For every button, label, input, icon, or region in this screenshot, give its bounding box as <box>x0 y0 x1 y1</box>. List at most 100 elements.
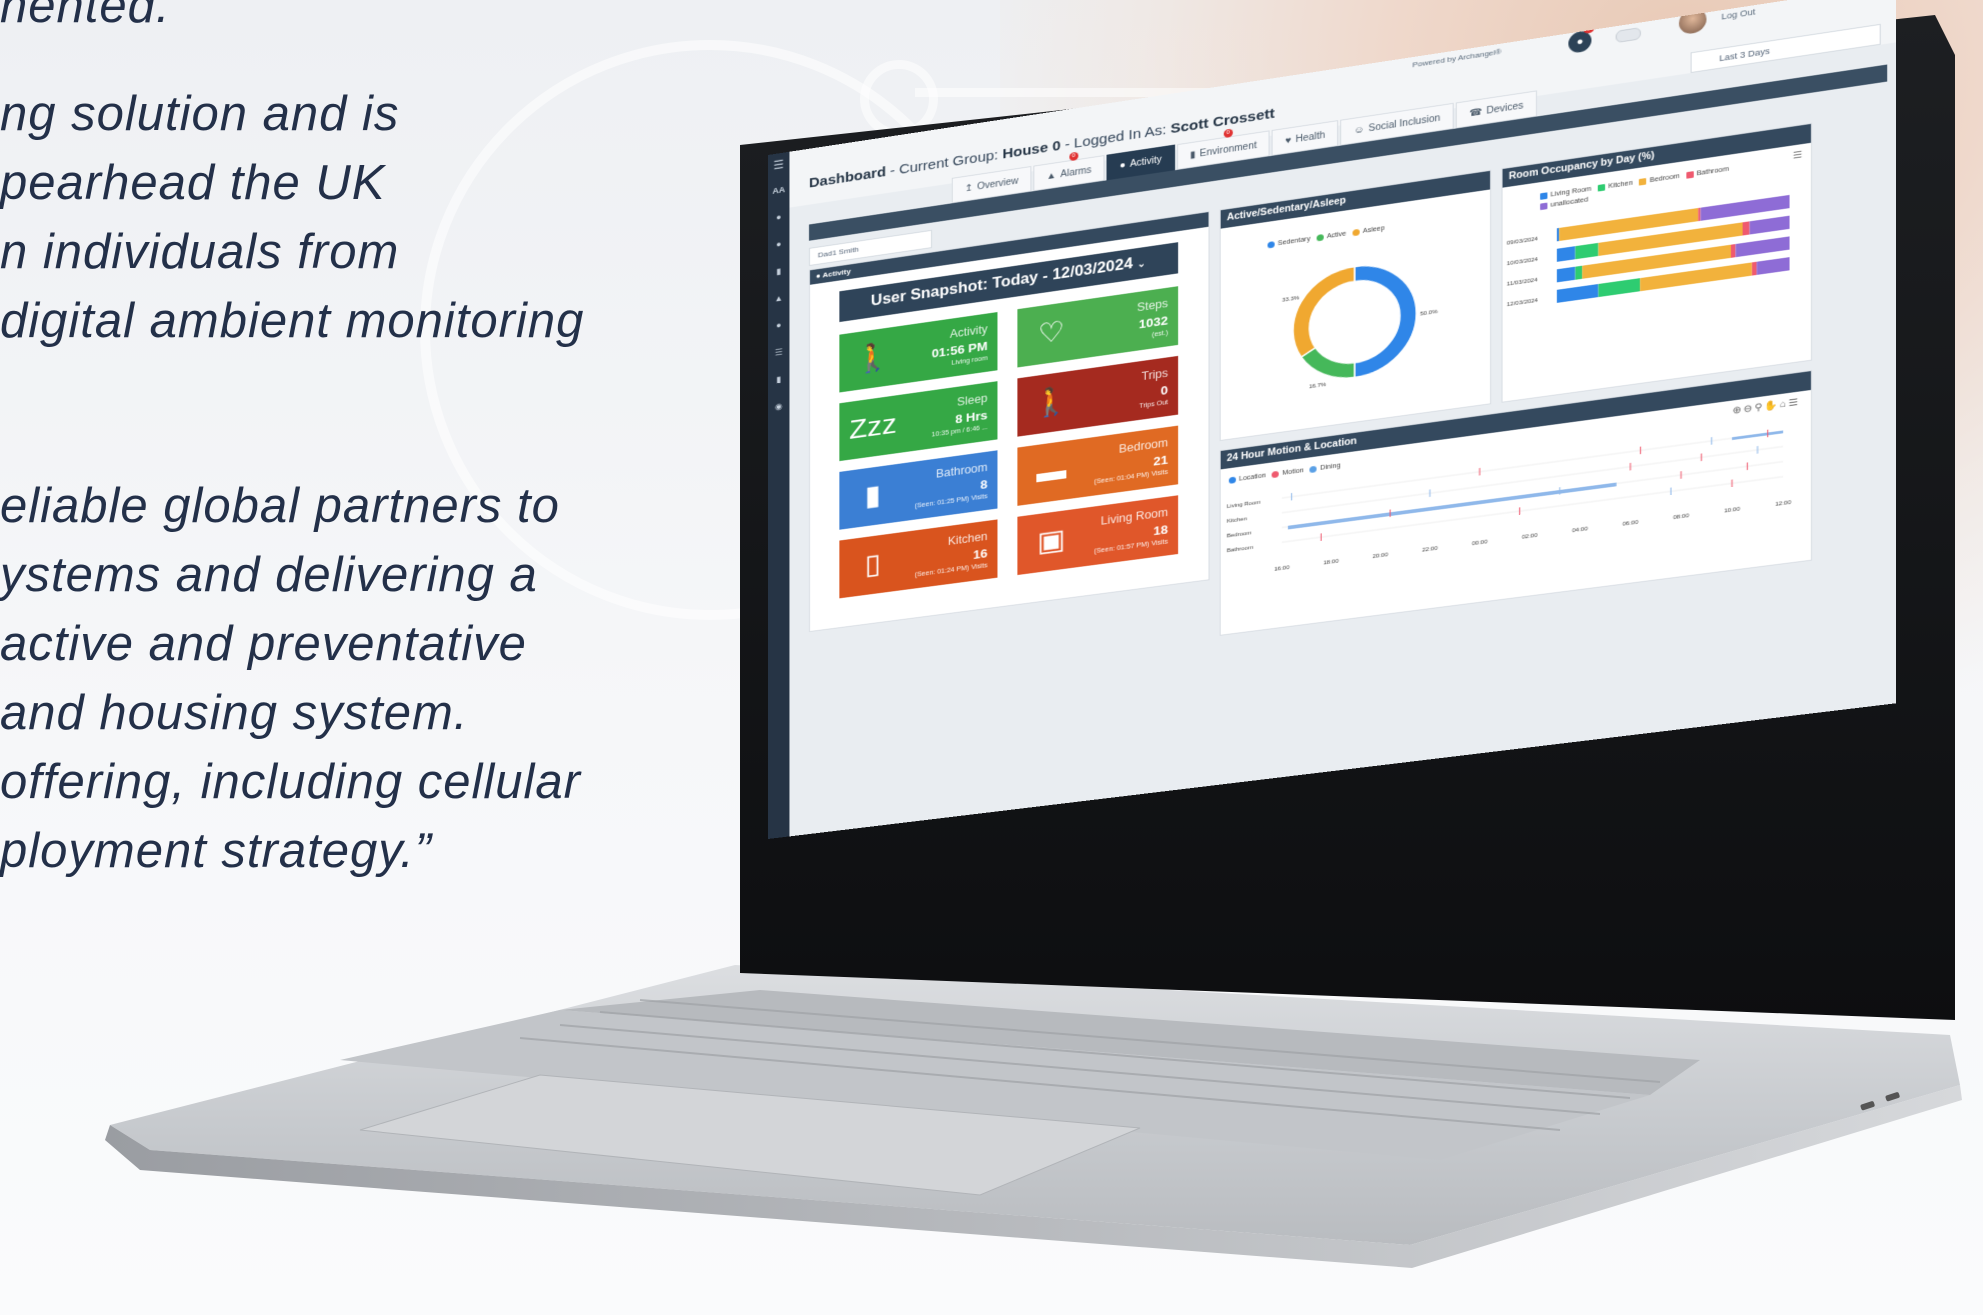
occupancy-bar-segment[interactable] <box>1575 242 1599 260</box>
tab-label: Devices <box>1486 100 1524 117</box>
occupancy-bar-segment[interactable] <box>1556 266 1576 283</box>
phone-icon: ☎ <box>1469 106 1483 119</box>
zoom-out-icon[interactable]: ⊖ <box>1743 403 1754 415</box>
tile-subtext: (Seen: 01:57 PM) Visits <box>1094 538 1169 555</box>
sidebar-reports-icon[interactable]: ▮ <box>768 265 789 278</box>
thermometer-icon: ▮ <box>1190 149 1196 161</box>
chevron-down-icon: ⌄ <box>1137 258 1146 271</box>
tile-subtext: Trips Out <box>1139 399 1169 410</box>
occupancy-tick-label: 10/03/2024 <box>1507 257 1538 267</box>
tile-bedroom[interactable]: ▬ Bedroom 21 (Seen: 01:04 PM) Visits <box>1017 425 1179 506</box>
tile-value: 1032 <box>1138 313 1169 332</box>
sidebar-person-icon[interactable]: ● <box>768 319 789 331</box>
legend-item[interactable]: Dining <box>1304 463 1341 474</box>
tile-subtext: (Seen: 01:25 PM) Visits <box>914 493 988 510</box>
motion-x-tick: 22:00 <box>1422 546 1438 554</box>
sidebar-settings-icon[interactable]: ◉ <box>768 400 789 413</box>
legend-item[interactable]: Bathroom <box>1680 166 1729 180</box>
motion-x-tick: 06:00 <box>1622 520 1638 528</box>
group-name: House 0 <box>1002 137 1061 163</box>
occupancy-bar-segment[interactable] <box>1575 265 1583 280</box>
tile-kitchen[interactable]: ▯ Kitchen 16 (Seen: 01:24 PM) Visits <box>839 519 998 599</box>
tile-steps[interactable]: ♡ Steps 1032 (est.) <box>1017 286 1179 368</box>
pan-icon[interactable]: ✋ <box>1764 400 1779 412</box>
donut-card-header: Active/Sedentary/Asleep <box>1220 170 1491 229</box>
zoom-in-icon[interactable]: ⊕ <box>1732 405 1743 417</box>
legend-item[interactable]: Motion <box>1266 468 1304 480</box>
tab-label: Social Inclusion <box>1368 112 1441 134</box>
occupancy-bar-segment[interactable] <box>1730 244 1736 258</box>
motion-grid-line <box>1282 446 1783 512</box>
sidebar-alerts-icon[interactable]: ▲ <box>768 292 789 304</box>
tile-subtext: (est.) <box>1151 329 1169 339</box>
menu-icon[interactable]: ☰ <box>1789 397 1801 409</box>
avatar[interactable] <box>1678 6 1707 36</box>
alarm-count-badge: 0 <box>1068 151 1078 162</box>
sidebar-list-icon[interactable]: ☰ <box>768 346 789 359</box>
motion-x-tick: 00:00 <box>1472 539 1488 547</box>
legend-item[interactable]: Bedroom <box>1633 173 1680 186</box>
occupancy-bar-segment[interactable] <box>1598 278 1641 298</box>
occupancy-bar-segment[interactable] <box>1700 194 1790 221</box>
search-icon[interactable]: ⚲ <box>1755 402 1765 414</box>
tile-bathroom[interactable]: ▮ Bathroom 8 (Seen: 01:25 PM) Visits <box>839 450 998 530</box>
bed-icon: ▬ <box>1036 454 1067 489</box>
tile-activity[interactable]: 🚶 Activity 01:56 PM Living room <box>839 312 998 393</box>
fireplace-icon: ▣ <box>1037 524 1066 558</box>
sidebar-home-icon[interactable]: ● <box>768 211 789 223</box>
sound-toggle[interactable] <box>1615 27 1641 44</box>
active-sedentary-asleep-card: Active/Sedentary/Asleep SedentaryActiveA… <box>1219 169 1492 442</box>
motion-x-tick: 16:00 <box>1274 565 1289 573</box>
tab-label: Alarms <box>1060 164 1092 180</box>
occupancy-bar-segment[interactable] <box>1749 215 1790 235</box>
tile-label: Sleep <box>957 391 988 409</box>
tab-label: Overview <box>976 175 1019 192</box>
occupancy-bar-segment[interactable] <box>1742 221 1750 236</box>
donut-data-label: 16.7% <box>1309 382 1326 390</box>
donut-slice-sedentary[interactable] <box>1355 258 1417 378</box>
tile-value: 21 <box>1153 452 1169 469</box>
chart-menu-icon[interactable]: ☰ <box>1793 150 1803 162</box>
motion-location-band <box>1287 482 1617 530</box>
motion-y-label: Bathroom <box>1227 545 1254 554</box>
powered-by: Powered by Archangel® <box>1412 47 1502 70</box>
donut-chart: 50.0% 16.7% 33.3% <box>1282 219 1438 391</box>
tile-living-room[interactable]: ▣ Living Room 18 (Seen: 01:57 PM) Visits <box>1017 495 1179 576</box>
bell-icon: ▲ <box>1046 170 1057 182</box>
home-icon[interactable]: ⌂ <box>1780 399 1789 411</box>
tile-sleep[interactable]: Zzz Sleep 8 Hrs 10:35 pm / 6:46 ... <box>839 381 998 462</box>
sidebar-menu-toggle[interactable]: ☰ <box>768 157 789 173</box>
occupancy-bar-segment[interactable] <box>1556 227 1560 242</box>
legend-item[interactable]: Kitchen <box>1591 180 1633 193</box>
sidebar-doc-icon[interactable]: ▮ <box>768 373 789 386</box>
tile-label: Steps <box>1137 296 1169 315</box>
occupancy-tick-label: 11/03/2024 <box>1507 277 1538 287</box>
environment-count-badge: 0 <box>1223 128 1233 139</box>
page-title: Dashboard <box>809 164 886 192</box>
fridge-icon: ▯ <box>864 548 881 581</box>
occupancy-bar-segment[interactable] <box>1698 207 1701 222</box>
tab-label: Environment <box>1199 140 1257 159</box>
tile-value: 8 <box>980 477 988 492</box>
notifications-bell-icon[interactable]: ● 0 <box>1568 21 1595 54</box>
tile-value: 18 <box>1153 522 1169 538</box>
occupancy-bar-segment[interactable] <box>1556 246 1576 262</box>
legend-item[interactable]: Location <box>1223 473 1266 485</box>
toilet-icon: ▮ <box>864 479 881 512</box>
occupancy-bar-segment[interactable] <box>1556 283 1599 303</box>
tile-subtext: 10:35 pm / 6:46 ... <box>931 424 988 439</box>
motion-x-tick: 04:00 <box>1572 526 1588 534</box>
logout-link[interactable]: Log Out <box>1721 7 1755 22</box>
screen: ☰ AA ● ● ▮ ▲ ● ☰ ▮ ◉ Dashboard - Current… <box>0 0 1983 1315</box>
occupancy-bar-segment[interactable] <box>1756 257 1790 275</box>
sidebar: ☰ AA ● ● ▮ ▲ ● ☰ ▮ ◉ <box>768 151 790 839</box>
occupancy-bar-segment[interactable] <box>1735 236 1790 258</box>
tile-value: 0 <box>1160 382 1169 398</box>
occupancy-tick-label: 09/03/2024 <box>1507 236 1538 246</box>
motion-x-tick: 02:00 <box>1522 533 1538 541</box>
heart-icon: ♥ <box>1285 134 1292 146</box>
donut-slice-asleep[interactable] <box>1293 266 1355 358</box>
sidebar-users-icon[interactable]: ● <box>768 238 789 250</box>
tile-trips[interactable]: 🚶 Trips 0 Trips Out <box>1017 355 1179 437</box>
occupancy-bar-segment[interactable] <box>1751 261 1757 276</box>
